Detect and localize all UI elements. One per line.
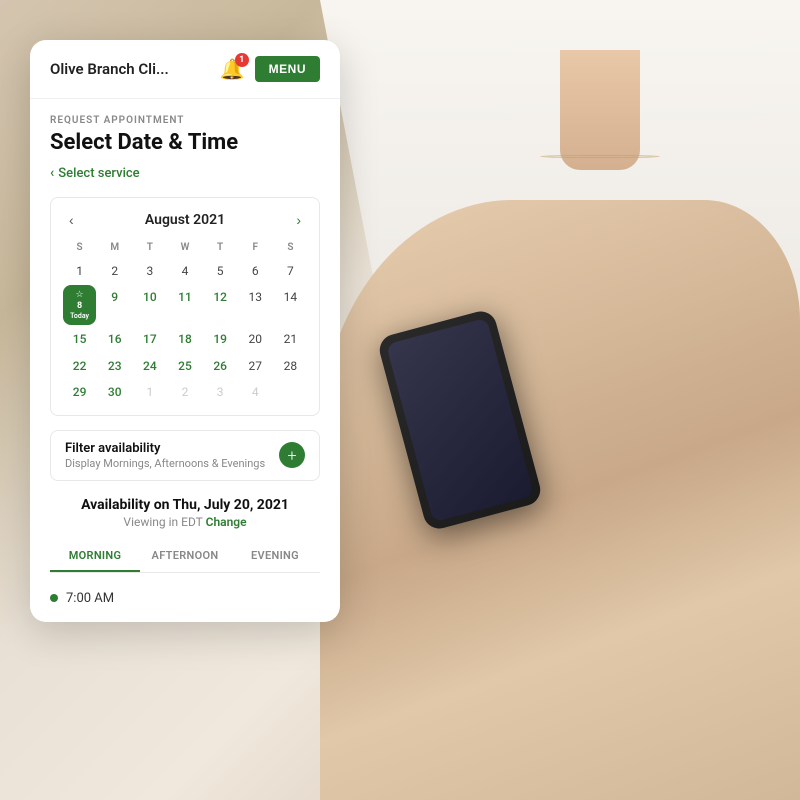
- filter-availability-row[interactable]: Filter availability Display Mornings, Af…: [50, 430, 320, 481]
- header-right: 🔔 1 MENU: [220, 56, 320, 82]
- calendar-header: ‹ August 2021 ›: [63, 208, 307, 232]
- neck-area: [560, 50, 640, 170]
- menu-button[interactable]: MENU: [255, 56, 320, 82]
- cal-day-11[interactable]: 11: [168, 285, 201, 325]
- cal-day-1[interactable]: 1: [63, 259, 96, 283]
- cal-day-7[interactable]: 7: [274, 259, 307, 283]
- card-body: REQUEST APPOINTMENT Select Date & Time ‹…: [30, 99, 340, 481]
- cal-day-4[interactable]: 4: [168, 259, 201, 283]
- cal-day-22[interactable]: 22: [63, 354, 96, 378]
- section-label: REQUEST APPOINTMENT: [50, 115, 320, 126]
- dow-sat: S: [274, 240, 307, 257]
- cal-day-16[interactable]: 16: [98, 327, 131, 351]
- dow-sun: S: [63, 240, 96, 257]
- today-star-icon: ☆: [76, 290, 84, 301]
- dow-wed: W: [168, 240, 201, 257]
- dow-tue: T: [133, 240, 166, 257]
- cal-day-9[interactable]: 9: [98, 285, 131, 325]
- cal-day-sep4[interactable]: 4: [239, 380, 272, 404]
- time-slot-label: 7:00 AM: [66, 591, 114, 606]
- card-header: Olive Branch Cli... 🔔 1 MENU: [30, 40, 340, 99]
- app-card: Olive Branch Cli... 🔔 1 MENU REQUEST APP…: [30, 40, 340, 622]
- cal-day-3[interactable]: 3: [133, 259, 166, 283]
- next-month-button[interactable]: ›: [290, 208, 307, 232]
- cal-day-23[interactable]: 23: [98, 354, 131, 378]
- hands-background: [320, 200, 800, 800]
- time-slot-row[interactable]: 7:00 AM: [50, 591, 320, 606]
- back-link-label: Select service: [58, 166, 139, 181]
- notification-button[interactable]: 🔔 1: [220, 57, 245, 81]
- change-timezone-link[interactable]: Change: [206, 515, 247, 529]
- notification-badge: 1: [235, 53, 249, 67]
- tab-afternoon[interactable]: AFTERNOON: [140, 541, 230, 572]
- cal-day-24[interactable]: 24: [133, 354, 166, 378]
- availability-section: Availability on Thu, July 20, 2021 Viewi…: [30, 497, 340, 573]
- dow-mon: M: [98, 240, 131, 257]
- dow-thu: T: [204, 240, 237, 257]
- brand-name: Olive Branch Cli...: [50, 60, 169, 78]
- cal-day-18[interactable]: 18: [168, 327, 201, 351]
- cal-day-19[interactable]: 19: [204, 327, 237, 351]
- availability-title: Availability on Thu, July 20, 2021: [50, 497, 320, 513]
- calendar-month-year: August 2021: [145, 212, 225, 228]
- cal-day-27[interactable]: 27: [239, 354, 272, 378]
- timezone-label: Viewing in EDT: [123, 515, 205, 529]
- chevron-left-icon: ‹: [50, 165, 54, 181]
- filter-subtitle: Display Mornings, Afternoons & Evenings: [65, 457, 265, 470]
- today-day-number: 8: [77, 301, 82, 312]
- cal-day-sep1[interactable]: 1: [133, 380, 166, 404]
- time-slot-peek: 7:00 AM: [30, 583, 340, 622]
- filter-add-button[interactable]: +: [279, 442, 305, 468]
- cal-day-20[interactable]: 20: [239, 327, 272, 351]
- prev-month-button[interactable]: ‹: [63, 208, 80, 232]
- cal-day-13[interactable]: 13: [239, 285, 272, 325]
- cal-day-5[interactable]: 5: [204, 259, 237, 283]
- page-title: Select Date & Time: [50, 130, 320, 155]
- cal-day-25[interactable]: 25: [168, 354, 201, 378]
- filter-text: Filter availability Display Mornings, Af…: [65, 441, 265, 470]
- filter-title: Filter availability: [65, 441, 265, 456]
- cal-day-26[interactable]: 26: [204, 354, 237, 378]
- time-dot-icon: [50, 594, 58, 602]
- cal-day-21[interactable]: 21: [274, 327, 307, 351]
- back-link[interactable]: ‹ Select service: [50, 165, 320, 181]
- cal-day-14[interactable]: 14: [274, 285, 307, 325]
- plus-icon: +: [287, 446, 296, 465]
- cal-day-29[interactable]: 29: [63, 380, 96, 404]
- cal-day-sep3[interactable]: 3: [204, 380, 237, 404]
- calendar: ‹ August 2021 › S M T W T F S 1 2 3 4 5 …: [50, 197, 320, 416]
- cal-day-15[interactable]: 15: [63, 327, 96, 351]
- today-label: Today: [70, 312, 89, 320]
- cal-day-28[interactable]: 28: [274, 354, 307, 378]
- cal-day-12[interactable]: 12: [204, 285, 237, 325]
- time-tabs: MORNING AFTERNOON EVENING: [50, 541, 320, 573]
- cal-day-today[interactable]: ☆ 8 Today: [63, 285, 96, 325]
- availability-subtitle: Viewing in EDT Change: [50, 515, 320, 529]
- cal-day-6[interactable]: 6: [239, 259, 272, 283]
- cal-day-30[interactable]: 30: [98, 380, 131, 404]
- calendar-grid: S M T W T F S 1 2 3 4 5 6 7 ☆ 8 Today: [63, 240, 307, 405]
- cal-day-17[interactable]: 17: [133, 327, 166, 351]
- dow-fri: F: [239, 240, 272, 257]
- tab-evening[interactable]: EVENING: [230, 541, 320, 572]
- cal-day-2[interactable]: 2: [98, 259, 131, 283]
- cal-day-10[interactable]: 10: [133, 285, 166, 325]
- cal-day-sep2[interactable]: 2: [168, 380, 201, 404]
- tab-morning[interactable]: MORNING: [50, 541, 140, 572]
- necklace: [540, 155, 660, 158]
